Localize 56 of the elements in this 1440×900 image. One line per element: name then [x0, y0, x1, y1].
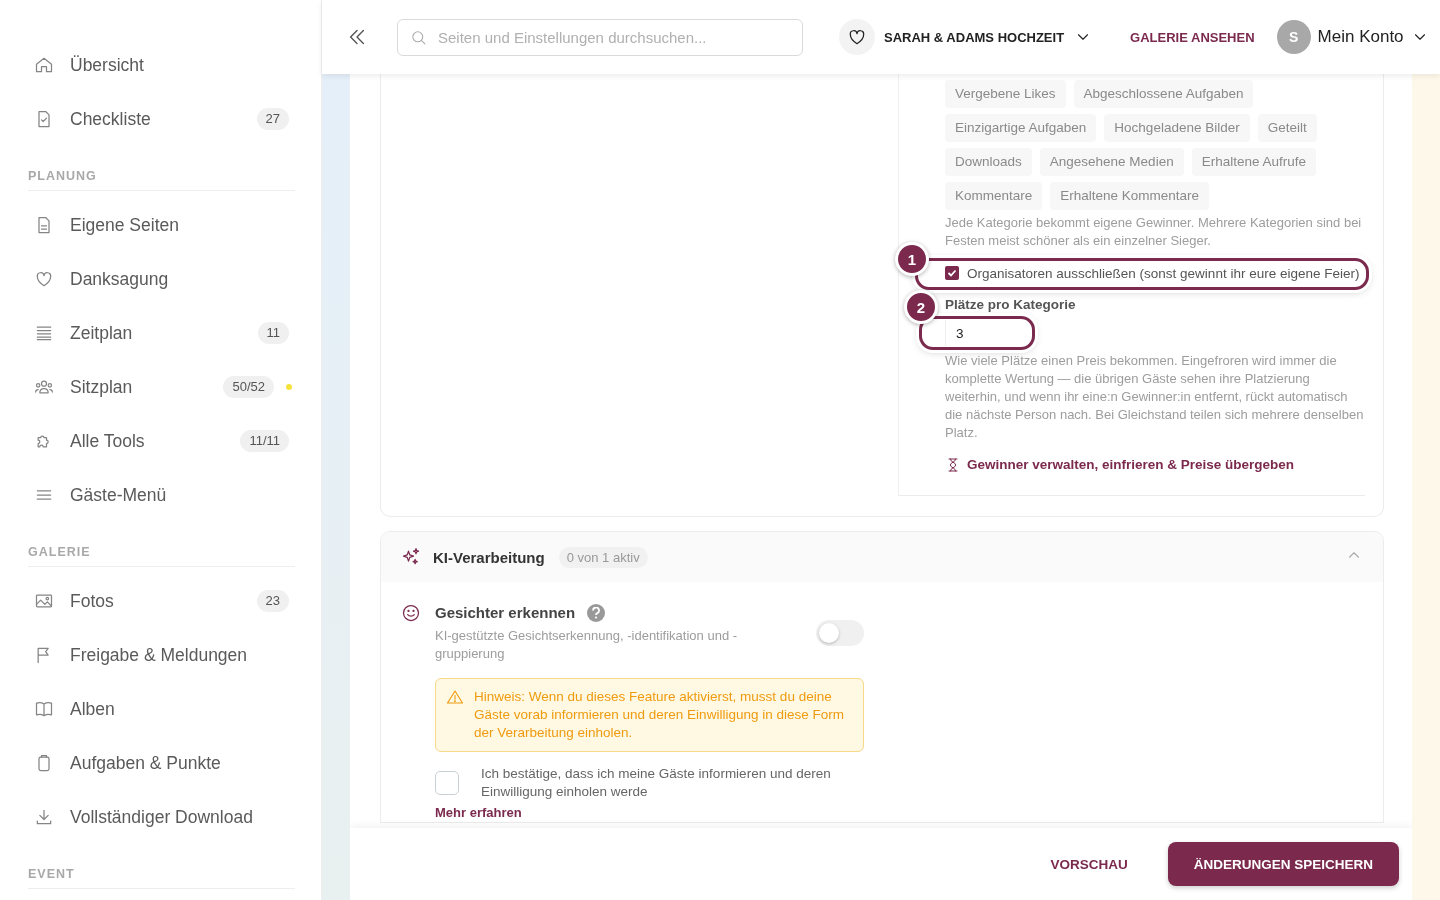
- sidebar-item[interactable]: Fotos 23: [28, 574, 295, 628]
- sidebar-item[interactable]: Zeitplan 11: [28, 306, 295, 360]
- feature-title: Gesichter erkennen: [435, 603, 576, 623]
- avatar: S: [1276, 20, 1311, 54]
- smiley-icon: [401, 603, 421, 623]
- preview-button[interactable]: VORSCHAU: [1050, 848, 1128, 880]
- section-heading: PLANUNG: [28, 168, 97, 184]
- sidebar-item[interactable]: Eigene Seiten: [28, 198, 295, 252]
- step-marker: 1: [895, 242, 929, 276]
- status-pill: 0 von 1 aktiv: [558, 546, 648, 568]
- step-marker: 2: [904, 290, 938, 324]
- help-text: Wie viele Plätze einen Preis bekommen. Eingefroren wird immer die komplette Wertung — die übrigen Gäste sehen ihre Platzierung weiterhin, und wenn ihr eine:n Gewinner:in entfernt, rückt automatisch die nächste Person nach. Bei Gleichstand teilen sich mehrere denselben Platz.: [945, 352, 1365, 442]
- sidebar-item[interactable]: Sitzplan 50/52: [28, 360, 295, 414]
- heart-icon: [34, 269, 54, 289]
- feature-description: KI-gestützte Gesichtserkennung, -identifikation und -gruppierung: [435, 627, 739, 663]
- help-text: Jede Kategorie bekommt eigene Gewinner. Mehrere Kategorien sind bei Festen meist schöner als ein einzelner Sieger.: [945, 214, 1363, 250]
- checkbox-label: Organisatoren ausschließen (sonst gewinnt ihr eure eigene Feier): [967, 265, 1360, 281]
- sparkles-icon: [401, 547, 421, 567]
- section-header[interactable]: KI-Verarbeitung 0 von 1 aktiv: [381, 532, 1383, 582]
- search-icon: [410, 28, 427, 46]
- download-icon: [34, 807, 54, 827]
- book-icon: [34, 699, 54, 719]
- count-badge: 50/52: [223, 376, 274, 398]
- count-badge: 11: [257, 322, 289, 344]
- sidebar-item[interactable]: Aufgaben & Punkte: [28, 736, 295, 790]
- section-heading: EVENT: [28, 866, 75, 882]
- sidebar-item[interactable]: Alle Tools 11/11: [28, 414, 295, 468]
- home-icon: [34, 55, 54, 75]
- sidebar-item[interactable]: Checkliste 27: [28, 92, 295, 146]
- section-title: KI-Verarbeitung: [433, 548, 545, 566]
- search-field[interactable]: Seiten und Einstellungen durchsuchen...: [397, 18, 803, 56]
- checkbox[interactable]: [435, 771, 459, 795]
- sidebar-item[interactable]: Übersicht: [28, 38, 295, 92]
- sidebar-item[interactable]: Danksagung: [28, 252, 295, 306]
- sidebar-item[interactable]: Gäste-Menü: [28, 468, 295, 522]
- count-badge: 27: [256, 108, 289, 130]
- account-menu[interactable]: S Mein Konto: [1276, 20, 1429, 54]
- count-badge: 11/11: [240, 430, 289, 452]
- section-heading: GALERIE: [28, 544, 91, 560]
- notice-text: Hinweis: Wenn du dieses Feature aktivierst, musst du deine Gäste vorab informieren und deren Einwilligung in diese Form der Verarbeitung einholen.: [474, 688, 845, 742]
- help-icon[interactable]: [587, 604, 606, 622]
- checkbox-label: Ich bestätige, dass ich meine Gäste informieren und deren Einwilligung einholen werde: [481, 765, 832, 801]
- toggle-switch[interactable]: [816, 619, 864, 646]
- learn-more-link[interactable]: Mehr erfahren: [435, 804, 522, 822]
- sidebar-item[interactable]: Vollständiger Download: [28, 790, 295, 844]
- sidebar-item[interactable]: Alben: [28, 682, 295, 736]
- warning-icon: [446, 688, 464, 706]
- sidebar-item[interactable]: Freigabe & Meldungen: [28, 628, 295, 682]
- field-label: Plätze pro Kategorie: [945, 296, 1077, 314]
- event-selector[interactable]: SARAH & ADAMS HOCHZEIT: [884, 28, 1093, 46]
- count-badge: 23: [256, 590, 289, 612]
- checkbox[interactable]: [945, 266, 959, 280]
- winners-link[interactable]: Gewinner verwalten, einfrieren & Preise übergeben: [945, 455, 1365, 475]
- save-button[interactable]: ÄNDERUNGEN SPEICHERN: [1167, 842, 1399, 886]
- view-gallery-link[interactable]: GALERIE ANSEHEN: [1130, 29, 1255, 45]
- checkmark-icon: [947, 268, 957, 278]
